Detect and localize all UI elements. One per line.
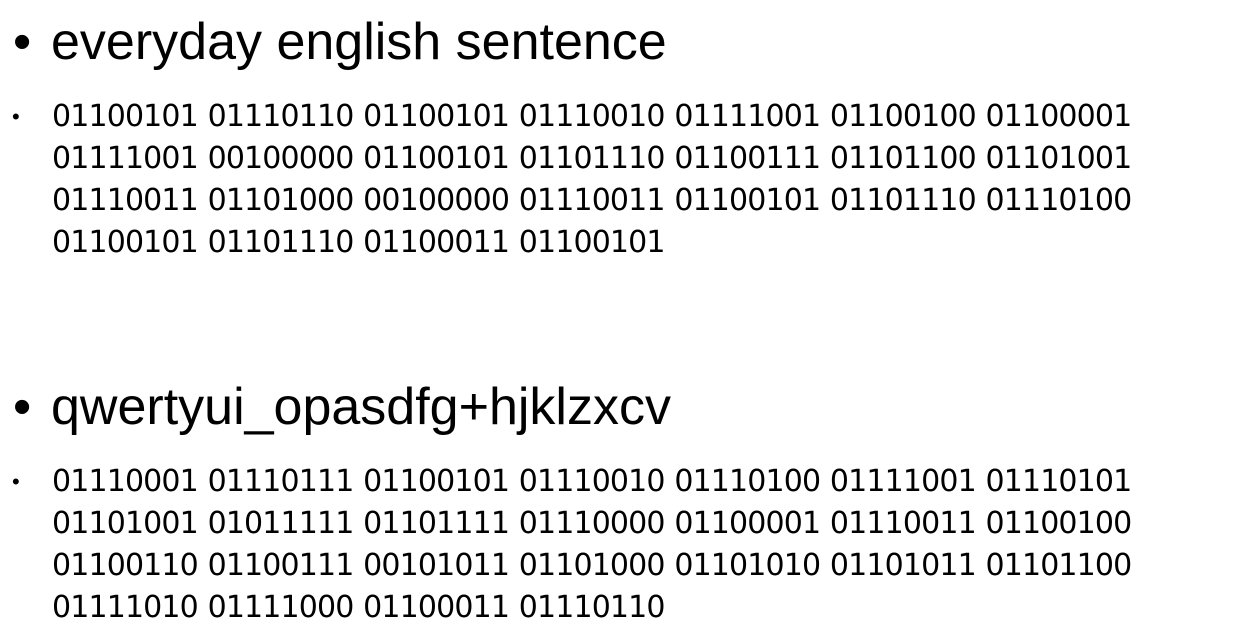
heading-row: • qwertyui_opasdfg+hjklzxcv — [0, 375, 1238, 439]
slide: • everyday english sentence • 01100101 0… — [0, 0, 1238, 640]
bullet-item-2: • qwertyui_opasdfg+hjklzxcv • 01110001 0… — [0, 375, 1238, 625]
bullet-icon: • — [13, 13, 32, 71]
binary-encoding-text: 01110001 01110111 01100101 01110010 0111… — [52, 464, 1132, 625]
sub-bullet-icon: • — [12, 104, 20, 129]
bullet-heading: qwertyui_opasdfg+hjklzxcv — [51, 378, 671, 436]
bullet-heading: everyday english sentence — [51, 13, 667, 71]
sub-bullet-icon: • — [12, 469, 20, 494]
bullet-icon: • — [13, 378, 32, 436]
bullet-item-1: • everyday english sentence • 01100101 0… — [0, 10, 1238, 260]
heading-row: • everyday english sentence — [0, 10, 1238, 74]
binary-encoding-text: 01100101 01110110 01100101 01110010 0111… — [52, 99, 1132, 260]
